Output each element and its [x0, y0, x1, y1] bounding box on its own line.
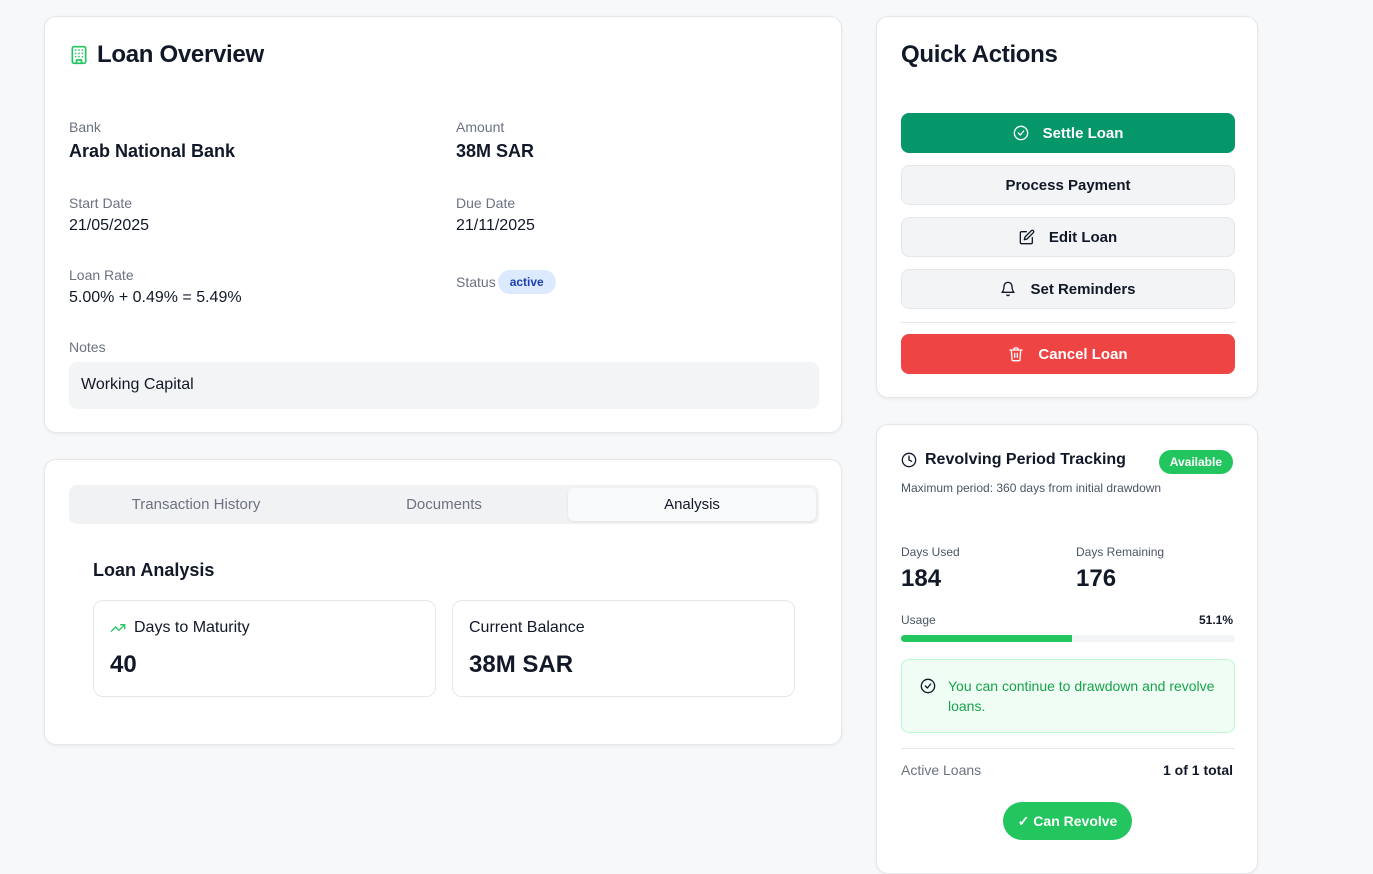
edit-loan-button[interactable]: Edit Loan — [901, 217, 1235, 257]
quick-actions-title: Quick Actions — [901, 41, 1058, 68]
tab-bar: Transaction History Documents Analysis — [69, 485, 819, 524]
cancel-loan-label: Cancel Loan — [1038, 345, 1128, 363]
page-title: Loan Overview — [97, 41, 264, 68]
trending-up-icon — [110, 620, 126, 636]
days-to-maturity-heading: Days to Maturity — [110, 619, 419, 637]
loan-rate-label: Loan Rate — [69, 267, 134, 283]
start-date-label: Start Date — [69, 195, 133, 211]
notes-field: Notes — [69, 339, 106, 355]
quick-actions-card: Quick Actions Settle Loan Process Paymen… — [876, 16, 1258, 398]
status-badge: active — [497, 270, 556, 294]
tab-documents[interactable]: Documents — [320, 488, 568, 521]
revolving-divider — [901, 748, 1235, 749]
usage-label: Usage — [901, 613, 936, 627]
tab-analysis[interactable]: Analysis — [568, 488, 816, 521]
loan-rate-field: Loan Rate 5.00% + 0.49% = 5.49% — [69, 267, 242, 307]
usage-percent: 51.1% — [1198, 613, 1233, 627]
available-badge: Available — [1158, 450, 1233, 474]
clock-icon — [901, 452, 917, 468]
due-date-value: 21/11/2025 — [456, 217, 535, 234]
revolving-subtitle: Maximum period: 360 days from initial dr… — [901, 481, 1162, 495]
bell-icon — [1000, 281, 1016, 297]
revolve-info-text: You can continue to drawdown and revolve… — [948, 678, 1215, 714]
bank-value: Arab National Bank — [69, 141, 236, 161]
revolve-info-box: You can continue to drawdown and revolve… — [901, 659, 1235, 733]
trash-icon — [1008, 346, 1024, 362]
cancel-loan-button[interactable]: Cancel Loan — [901, 334, 1235, 374]
due-date-label: Due Date — [456, 195, 516, 211]
tab-transaction-history[interactable]: Transaction History — [72, 488, 320, 521]
days-used-stat: Days Used 184 — [901, 545, 960, 593]
start-date-field: Start Date 21/05/2025 — [69, 195, 149, 235]
active-loans-value: 1 of 1 total — [1162, 762, 1233, 778]
notes-label: Notes — [69, 339, 106, 355]
usage-progress-bar — [901, 635, 1235, 642]
check-circle-icon — [1013, 125, 1029, 141]
revolving-header: Revolving Period Tracking — [901, 451, 1126, 469]
amount-field: Amount 38M SAR — [456, 119, 534, 162]
process-payment-button[interactable]: Process Payment — [901, 165, 1235, 205]
actions-divider — [901, 322, 1235, 323]
bank-field: Bank Arab National Bank — [69, 119, 235, 162]
days-to-maturity-value: 40 — [110, 651, 137, 678]
set-reminders-label: Set Reminders — [1030, 280, 1136, 298]
revolving-title: Revolving Period Tracking — [925, 451, 1126, 468]
days-remaining-label: Days Remaining — [1076, 545, 1165, 559]
current-balance-value: 38M SAR — [469, 651, 574, 678]
status-label: Status — [456, 274, 496, 290]
edit-icon — [1019, 229, 1035, 245]
set-reminders-button[interactable]: Set Reminders — [901, 269, 1235, 309]
days-to-maturity-label: Days to Maturity — [134, 619, 250, 636]
days-to-maturity-card: Days to Maturity 40 — [93, 600, 436, 697]
loan-rate-value: 5.00% + 0.49% = 5.49% — [69, 289, 242, 306]
notes-value: Working Capital — [69, 362, 819, 409]
amount-label: Amount — [456, 119, 505, 135]
start-date-value: 21/05/2025 — [69, 217, 150, 234]
check-circle-icon — [920, 678, 936, 716]
revolving-period-card: Revolving Period Tracking Available Maxi… — [876, 424, 1258, 874]
building-icon — [69, 45, 89, 65]
days-remaining-value: 176 — [1076, 565, 1117, 592]
status-field: Status active — [456, 270, 556, 294]
days-used-label: Days Used — [901, 545, 960, 559]
bank-label: Bank — [69, 119, 101, 135]
edit-loan-label: Edit Loan — [1048, 228, 1118, 246]
days-remaining-stat: Days Remaining 176 — [1076, 545, 1164, 593]
due-date-field: Due Date 21/11/2025 — [456, 195, 535, 235]
can-revolve-button[interactable]: ✓ Can Revolve — [1003, 802, 1132, 840]
usage-progress-fill — [901, 635, 1072, 642]
settle-loan-label: Settle Loan — [1042, 124, 1124, 142]
current-balance-label: Current Balance — [469, 619, 585, 636]
days-used-value: 184 — [901, 565, 942, 592]
loan-overview-card: Loan Overview Bank Arab National Bank Am… — [44, 16, 842, 433]
analysis-title: Loan Analysis — [93, 560, 215, 580]
loan-tabs-card: Transaction History Documents Analysis L… — [44, 459, 842, 745]
settle-loan-button[interactable]: Settle Loan — [901, 113, 1235, 153]
process-payment-label: Process Payment — [1005, 176, 1131, 194]
loan-overview-header: Loan Overview — [69, 41, 264, 69]
current-balance-card: Current Balance 38M SAR — [452, 600, 795, 697]
active-loans-label: Active Loans — [901, 762, 982, 778]
amount-value: 38M SAR — [456, 141, 535, 161]
